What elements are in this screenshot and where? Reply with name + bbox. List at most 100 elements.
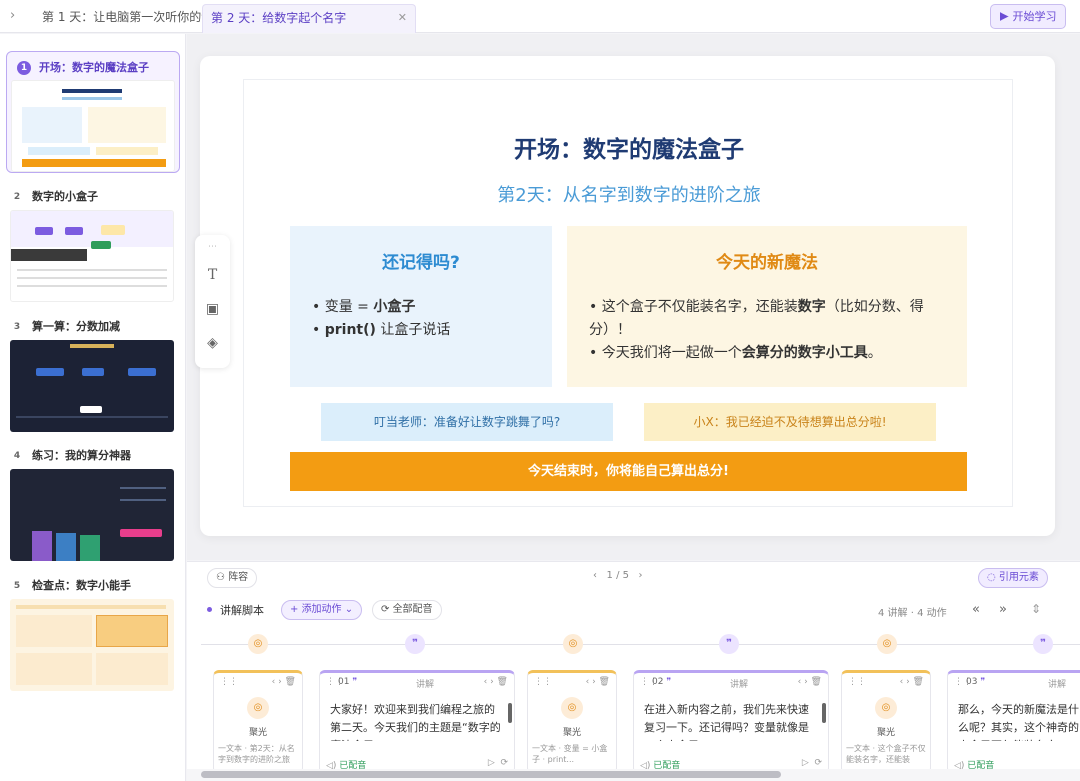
quote-node-icon[interactable]: ❞ [719, 634, 739, 654]
recall-box[interactable]: 还记得吗? • 变量 = 小盒子 • print() 让盒子说话 [290, 226, 552, 387]
speech-card[interactable]: ⋮⋮ 01 ❞ 讲解 ‹ › 🗑 大家好！欢迎来到我们编程之旅的第二天。今天我们… [319, 670, 515, 774]
tab-label: 第 1 天：让电脑第一次听你的话 [42, 10, 214, 24]
action-title: 聚光 [562, 728, 581, 738]
slide-subtitle[interactable]: 第2天：从名字到数字的进阶之旅 [244, 181, 1014, 207]
sidebar-item-2[interactable]: 2 数字的小盒子 [10, 188, 176, 302]
speech-role[interactable]: 讲解 [730, 677, 748, 690]
action-desc: 一文本 · 这个盒子不仅能装名字，还能装 [846, 744, 926, 764]
slide-canvas[interactable]: 开场：数字的魔法盒子 第2天：从名字到数字的进阶之旅 还记得吗? • 变量 = … [243, 79, 1013, 507]
page-indicator: 1 / 5 [606, 570, 629, 581]
new-magic-list: • 这个盒子不仅能装名字，还能装数字（比如分数、得分）！ • 今天我们将一起做一… [589, 296, 949, 365]
quote-node-icon[interactable]: ❞ [405, 634, 425, 654]
scrollbar[interactable] [822, 703, 826, 723]
sidebar-item-3[interactable]: 3 算一算：分数加减 [10, 318, 176, 432]
action-desc: 一文本 · 第2天：从名字到数字的进阶之旅 [218, 744, 295, 764]
timeline-track [201, 644, 1080, 645]
dub-all-button[interactable]: ⟳ 全部配音 [372, 600, 442, 620]
teacher-note[interactable]: 叮当老师：准备好让数字跳舞了吗? [321, 403, 613, 441]
pager: ‹ 1 / 5 › [593, 570, 643, 581]
slide-title: 算一算：分数加减 [32, 320, 120, 333]
speech-role[interactable]: 讲解 [416, 677, 434, 690]
close-icon[interactable]: ✕ [398, 5, 407, 31]
expand-icon[interactable]: » [999, 602, 1007, 617]
play-icon[interactable]: ▷ ⟳ [802, 758, 822, 768]
paint-tool-icon[interactable]: ◈ [204, 335, 221, 352]
slide-number: 1 [17, 61, 31, 75]
focus-node-icon[interactable]: ◎ [877, 634, 897, 654]
chat-icon: ◌ [987, 572, 999, 583]
speech-id: 03 ❞ [966, 677, 986, 687]
play-icon [999, 12, 1009, 21]
tab-day-2[interactable]: 第 2 天：给数字起个名字 ✕ [202, 4, 416, 33]
recall-heading: 还记得吗? [382, 253, 460, 273]
quote-element-button[interactable]: ◌ 引用元素 [978, 568, 1048, 588]
slide-title: 数字的小盒子 [32, 190, 98, 203]
list-item: • 变量 = 小盒子 [312, 299, 416, 315]
slide-list-sidebar: 1 开场：数字的魔法盒子 2 数字的小盒子 3 算一算：分数加减 4 练习：我的… [0, 34, 186, 781]
action-title: 聚光 [248, 728, 267, 738]
chevron-right-icon[interactable]: › [10, 8, 24, 24]
lineup-button[interactable]: ⚇ 阵容 [207, 568, 258, 588]
focus-node-icon[interactable]: ◎ [563, 634, 583, 654]
tab-bar: › 第 1 天：让电脑第一次听你的话 第 2 天：给数字起个名字 ✕ 开始学习 [0, 0, 1080, 33]
prev-page-icon[interactable]: ‹ [593, 570, 597, 581]
slide-title: 开场：数字的魔法盒子 [39, 61, 149, 74]
goal-banner[interactable]: 今天结束时，你将能自己算出总分! [290, 452, 967, 491]
collapse-icon[interactable]: « [972, 602, 980, 617]
fit-icon[interactable]: ⇕ [1031, 602, 1041, 616]
start-label: 开始学习 [1012, 10, 1057, 23]
text-tool-icon[interactable]: T [204, 267, 221, 284]
card-toolbar: ⋮⋮ ‹ › 🗑 [220, 677, 296, 687]
speech-id: 01 ❞ [338, 677, 358, 687]
action-card[interactable]: ⋮⋮ ‹ › 🗑 ◎ 聚光 一文本 · 这个盒子不仅能装名字，还能装 [841, 670, 931, 774]
add-action-button[interactable]: + 添加动作 ⌄ [281, 600, 363, 620]
slide-heading[interactable]: 开场：数字的魔法盒子 [244, 130, 1014, 164]
speech-text[interactable]: 那么，今天的新魔法是什么呢？其实，这个神奇的小盒子不仅能装名字。 [958, 701, 1080, 741]
action-title: 聚光 [876, 728, 895, 738]
slide-number: 5 [13, 581, 21, 591]
focus-icon: ◎ [875, 697, 897, 719]
slide-thumbnail [10, 210, 174, 302]
student-note[interactable]: 小X：我已经迫不及待想算出总分啦! [644, 403, 936, 441]
people-icon: ⚇ [216, 572, 229, 583]
script-title: 讲解脚本 [207, 602, 264, 618]
quote-node-icon[interactable]: ❞ [1033, 634, 1053, 654]
slide-number: 2 [13, 192, 21, 202]
list-item: • 今天我们将一起做一个会算分的数字小工具。 [589, 345, 882, 361]
speech-card[interactable]: ⋮⋮ 03 ❞ 讲解 那么，今天的新魔法是什么呢？其实，这个神奇的小盒子不仅能装… [947, 670, 1080, 774]
speech-role[interactable]: 讲解 [1048, 677, 1066, 690]
slide-title: 练习：我的算分神器 [32, 449, 131, 462]
action-card[interactable]: ⋮⋮ ‹ › 🗑 ◎ 聚光 一文本 · 变量 = 小盒子 · print... [527, 670, 617, 774]
slide-title: 检查点：数字小能手 [32, 579, 131, 592]
next-page-icon[interactable]: › [639, 570, 643, 581]
sidebar-item-5[interactable]: 5 检查点：数字小能手 [10, 577, 176, 691]
insert-toolbar: ⋯ T ▣ ◈ [195, 235, 230, 368]
scrollbar[interactable] [508, 703, 512, 723]
slide-thumbnail [11, 80, 175, 172]
new-magic-heading: 今天的新魔法 [716, 253, 818, 273]
card-controls[interactable]: ‹ › 🗑 [798, 677, 822, 687]
card-toolbar: ⋮⋮ ‹ › 🗑 [848, 677, 924, 687]
new-magic-box[interactable]: 今天的新魔法 • 这个盒子不仅能装名字，还能装数字（比如分数、得分）！ • 今天… [567, 226, 967, 387]
sidebar-item-4[interactable]: 4 练习：我的算分神器 [10, 447, 176, 561]
list-item: • 这个盒子不仅能装名字，还能装数字（比如分数、得分）！ [589, 299, 924, 338]
slide-thumbnail [10, 599, 174, 691]
focus-node-icon[interactable]: ◎ [248, 634, 268, 654]
speech-text[interactable]: 在进入新内容之前，我们先来快速复习一下。还记得吗？变量就像是一个小盒子。 [644, 701, 818, 741]
drag-handle-icon[interactable]: ⋯ [204, 239, 221, 256]
action-desc: 一文本 · 变量 = 小盒子 · print... [532, 744, 608, 764]
speech-card[interactable]: ⋮⋮ 02 ❞ 讲解 ‹ › 🗑 在进入新内容之前，我们先来快速复习一下。还记得… [633, 670, 829, 774]
sidebar-item-1[interactable]: 1 开场：数字的魔法盒子 [6, 51, 180, 173]
play-icon[interactable]: ▷ ⟳ [488, 758, 508, 768]
list-item: • print() 让盒子说话 [312, 322, 451, 338]
speech-text[interactable]: 大家好！欢迎来到我们编程之旅的第二天。今天我们的主题是“数字的魔法盒子”。 [330, 701, 504, 741]
slide-thumbnail [10, 340, 174, 432]
action-card[interactable]: ⋮⋮ ‹ › 🗑 ◎ 聚光 一文本 · 第2天：从名字到数字的进阶之旅 [213, 670, 303, 774]
dot-icon [207, 607, 212, 612]
card-controls[interactable]: ‹ › 🗑 [484, 677, 508, 687]
tab-day-1[interactable]: 第 1 天：让电脑第一次听你的话 [34, 4, 213, 33]
start-learning-button[interactable]: 开始学习 [990, 4, 1066, 29]
tab-label: 第 2 天：给数字起个名字 [211, 11, 347, 25]
image-tool-icon[interactable]: ▣ [204, 301, 221, 318]
horizontal-scrollbar[interactable] [201, 771, 781, 778]
